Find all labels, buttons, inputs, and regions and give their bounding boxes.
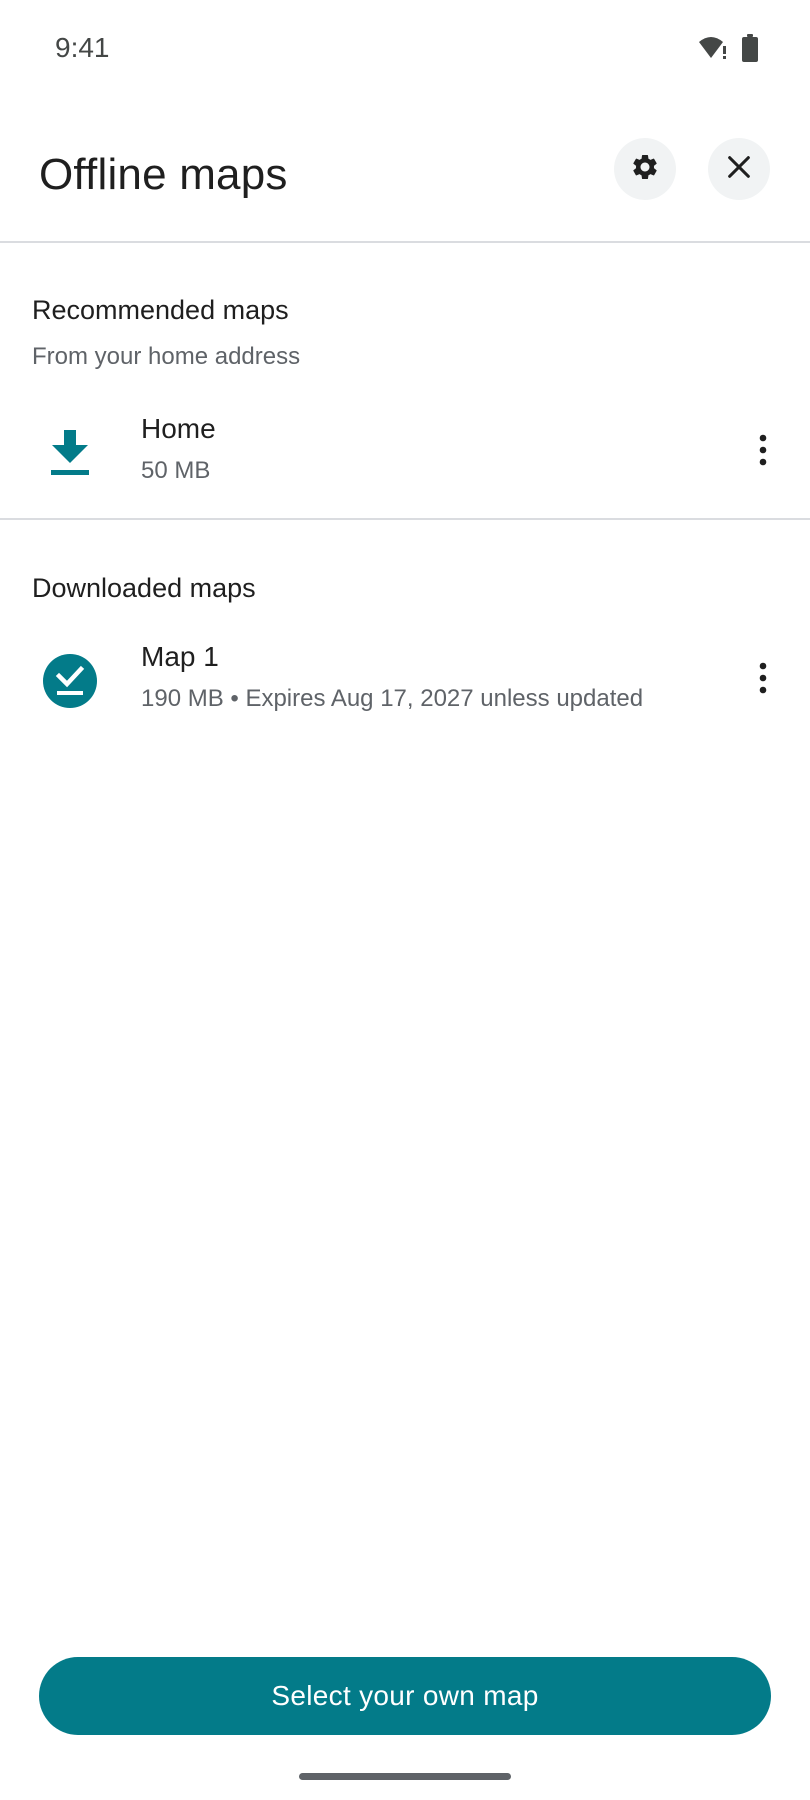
close-button[interactable] [708,138,770,200]
map-detail: 190 MB • Expires Aug 17, 2027 unless upd… [141,685,644,712]
map-row-home[interactable]: Home 50 MB [0,403,810,503]
status-time: 9:41 [55,32,110,63]
wifi-alert-icon [698,35,728,66]
map-name: Home [141,413,216,444]
status-icons [698,34,758,67]
page-title: Offline maps [39,150,288,199]
section-subtitle-recommended: From your home address [32,343,301,370]
more-vert-icon [759,434,767,471]
section-title-recommended: Recommended maps [32,295,289,325]
gear-icon [630,152,660,187]
downloaded-check-icon [40,651,100,711]
more-vert-icon [759,662,767,699]
more-options-button[interactable] [738,655,788,705]
map-name: Map 1 [141,641,219,672]
downloaded-maps-section: Downloaded maps Map 1 190 MB • Expires A… [0,520,810,740]
download-icon [40,423,100,483]
section-title-downloaded: Downloaded maps [32,573,256,603]
home-indicator[interactable] [299,1773,511,1780]
status-bar: 9:41 [0,0,810,100]
map-row-map-1[interactable]: Map 1 190 MB • Expires Aug 17, 2027 unle… [0,631,810,731]
header: Offline maps [0,100,810,243]
select-own-map-button[interactable]: Select your own map [39,1657,771,1735]
battery-icon [742,34,758,67]
more-options-button[interactable] [738,427,788,477]
recommended-maps-section: Recommended maps From your home address … [0,243,810,520]
close-icon [725,153,753,186]
map-detail: 50 MB [141,457,211,484]
settings-button[interactable] [614,138,676,200]
